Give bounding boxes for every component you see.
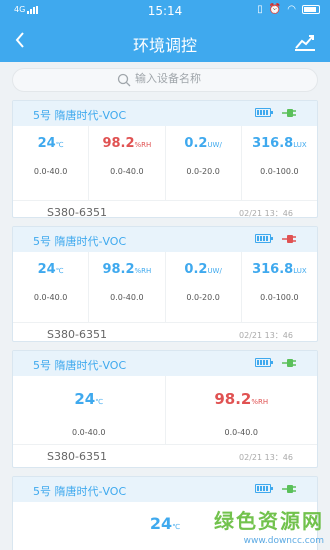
search-box[interactable] bbox=[12, 68, 318, 92]
alarm-icon: ⏰ bbox=[268, 4, 282, 15]
temperature-cell: 24℃ 0.0-40.0 bbox=[13, 126, 90, 200]
humidity-range: 0.0-40.0 bbox=[110, 293, 144, 302]
device-title: 5号 隋唐时代-VOC bbox=[33, 485, 127, 498]
humidity-cell: 98.2%RH 0.0-40.0 bbox=[89, 126, 166, 200]
uv-unit: UW/ bbox=[207, 267, 222, 275]
status-bar: 4G 15:14 ▯ ⏰ ◠ bbox=[0, 0, 330, 22]
device-card[interactable]: 5号 隋唐时代-VOC 24℃ 0.0-40.0 98.2%RH 0.0-40.… bbox=[12, 100, 318, 218]
card-header: 5号 隋唐时代-VOC bbox=[13, 227, 317, 252]
plug-disconnected-icon bbox=[282, 235, 296, 243]
device-card[interactable]: 5号 隋唐时代-VOC 24℃ 0.0-40.0 98.2%RH 0.0-40.… bbox=[12, 350, 318, 468]
battery-level-icon bbox=[255, 358, 273, 367]
device-title: 5号 隋唐时代-VOC bbox=[33, 235, 127, 248]
device-card[interactable]: 5号 隋唐时代-VOC 24℃ 0.0-40.0 98.2%RH 0.0-40.… bbox=[12, 226, 318, 342]
humidity-unit: %RH bbox=[134, 267, 152, 275]
humidity-cell: 98.2%RH 0.0-40.0 bbox=[89, 252, 166, 322]
temperature-unit: ℃ bbox=[55, 141, 64, 149]
temperature-cell: 24℃ 0.0-40.0 bbox=[13, 376, 166, 444]
temperature-unit: ℃ bbox=[172, 523, 181, 531]
line-chart-icon bbox=[295, 35, 315, 51]
temperature-unit: ℃ bbox=[95, 398, 104, 406]
temperature-value: 24 bbox=[37, 136, 56, 151]
update-time: 02/21 13：46 bbox=[239, 331, 293, 340]
temperature-range: 0.0-40.0 bbox=[33, 167, 68, 176]
temperature-unit: ℃ bbox=[55, 267, 64, 275]
lux-range: 0.0-100.0 bbox=[260, 167, 299, 176]
temperature-value: 24 bbox=[74, 390, 96, 408]
page-title: 环境调控 bbox=[132, 36, 197, 55]
humidity-cell: 98.2%RH 0.0-40.0 bbox=[166, 376, 318, 444]
update-time: 02/21 13：46 bbox=[239, 453, 293, 462]
humidity-range: 0.0-40.0 bbox=[110, 167, 144, 176]
temperature-range: 0.0-40.0 bbox=[72, 428, 106, 437]
metrics-row: 24℃ 0.0-40.0 98.2%RH 0.0-40.0 0.2UW/ 0.0… bbox=[13, 126, 317, 200]
temperature-cell: 24℃ 0.0-40.0 bbox=[13, 252, 90, 322]
device-serial: S380-6351 bbox=[47, 450, 107, 463]
uv-cell: 0.2UW/ 0.0-20.0 bbox=[166, 126, 242, 200]
lux-unit: LUX bbox=[293, 141, 307, 149]
device-serial: S380-6351 bbox=[47, 206, 107, 218]
temperature-value: 24 bbox=[149, 514, 173, 533]
search-bar bbox=[0, 62, 330, 96]
humidity-value: 98.2 bbox=[102, 262, 135, 277]
device-title: 5号 隋唐时代-VOC bbox=[33, 359, 127, 372]
humidity-value: 98.2 bbox=[214, 390, 252, 408]
lux-range: 0.0-100.0 bbox=[260, 293, 299, 302]
wifi-icon: ◠ bbox=[287, 4, 296, 15]
metrics-row: 24℃ 0.0-40.0 98.2%RH 0.0-40.0 0.2UW/ 0.0… bbox=[13, 252, 317, 322]
plug-connected-icon bbox=[282, 485, 296, 493]
nav-bar: 环境调控 bbox=[0, 22, 330, 62]
temperature-value: 24 bbox=[37, 262, 56, 277]
uv-value: 0.2 bbox=[184, 136, 208, 151]
uv-value: 0.2 bbox=[184, 262, 208, 277]
battery-icon bbox=[302, 5, 320, 14]
status-icons: ▯ ⏰ ◠ bbox=[257, 4, 320, 15]
card-footer: S380-6351 02/21 13：46 bbox=[13, 322, 317, 341]
device-title: 5号 隋唐时代-VOC bbox=[33, 109, 127, 122]
vibrate-icon: ▯ bbox=[257, 4, 263, 15]
card-header: 5号 隋唐时代-VOC bbox=[13, 351, 317, 376]
lux-value: 316.8 bbox=[252, 262, 294, 277]
humidity-range: 0.0-40.0 bbox=[224, 428, 258, 437]
metrics-row: 24℃ 0.0-40.0 98.2%RH 0.0-40.0 bbox=[13, 376, 317, 444]
plug-connected-icon bbox=[282, 359, 296, 367]
search-icon bbox=[117, 73, 131, 87]
uv-range: 0.0-20.0 bbox=[186, 167, 220, 176]
lux-unit: LUX bbox=[293, 267, 307, 275]
humidity-value: 98.2 bbox=[102, 136, 135, 151]
card-footer: S380-6351 02/21 13：46 bbox=[13, 444, 317, 467]
plug-connected-icon bbox=[282, 109, 296, 117]
battery-level-icon bbox=[255, 234, 273, 243]
card-header: 5号 隋唐时代-VOC bbox=[13, 101, 317, 126]
search-input[interactable] bbox=[135, 72, 285, 85]
lux-value: 316.8 bbox=[252, 136, 294, 151]
humidity-unit: %RH bbox=[134, 141, 152, 149]
uv-unit: UW/ bbox=[207, 141, 222, 149]
watermark-url: www.downcc.com bbox=[243, 536, 324, 546]
device-serial: S380-6351 bbox=[47, 328, 107, 341]
uv-range: 0.0-20.0 bbox=[186, 293, 220, 302]
lux-cell: 316.8LUX 0.0-100.0 bbox=[242, 126, 317, 200]
temperature-range: 0.0-40.0 bbox=[33, 293, 68, 302]
update-time: 02/21 13：46 bbox=[239, 209, 293, 218]
humidity-unit: %RH bbox=[251, 398, 269, 406]
card-header: 5号 隋唐时代-VOC bbox=[13, 477, 317, 502]
battery-level-icon bbox=[255, 484, 273, 493]
battery-level-icon bbox=[255, 108, 273, 117]
watermark-title: 绿色资源网 bbox=[214, 509, 324, 533]
chart-button[interactable] bbox=[294, 32, 316, 52]
card-footer: S380-6351 02/21 13：46 bbox=[13, 200, 317, 218]
lux-cell: 316.8LUX 0.0-100.0 bbox=[242, 252, 317, 322]
watermark: 绿色资源网 www.downcc.com bbox=[214, 505, 324, 546]
uv-cell: 0.2UW/ 0.0-20.0 bbox=[166, 252, 242, 322]
